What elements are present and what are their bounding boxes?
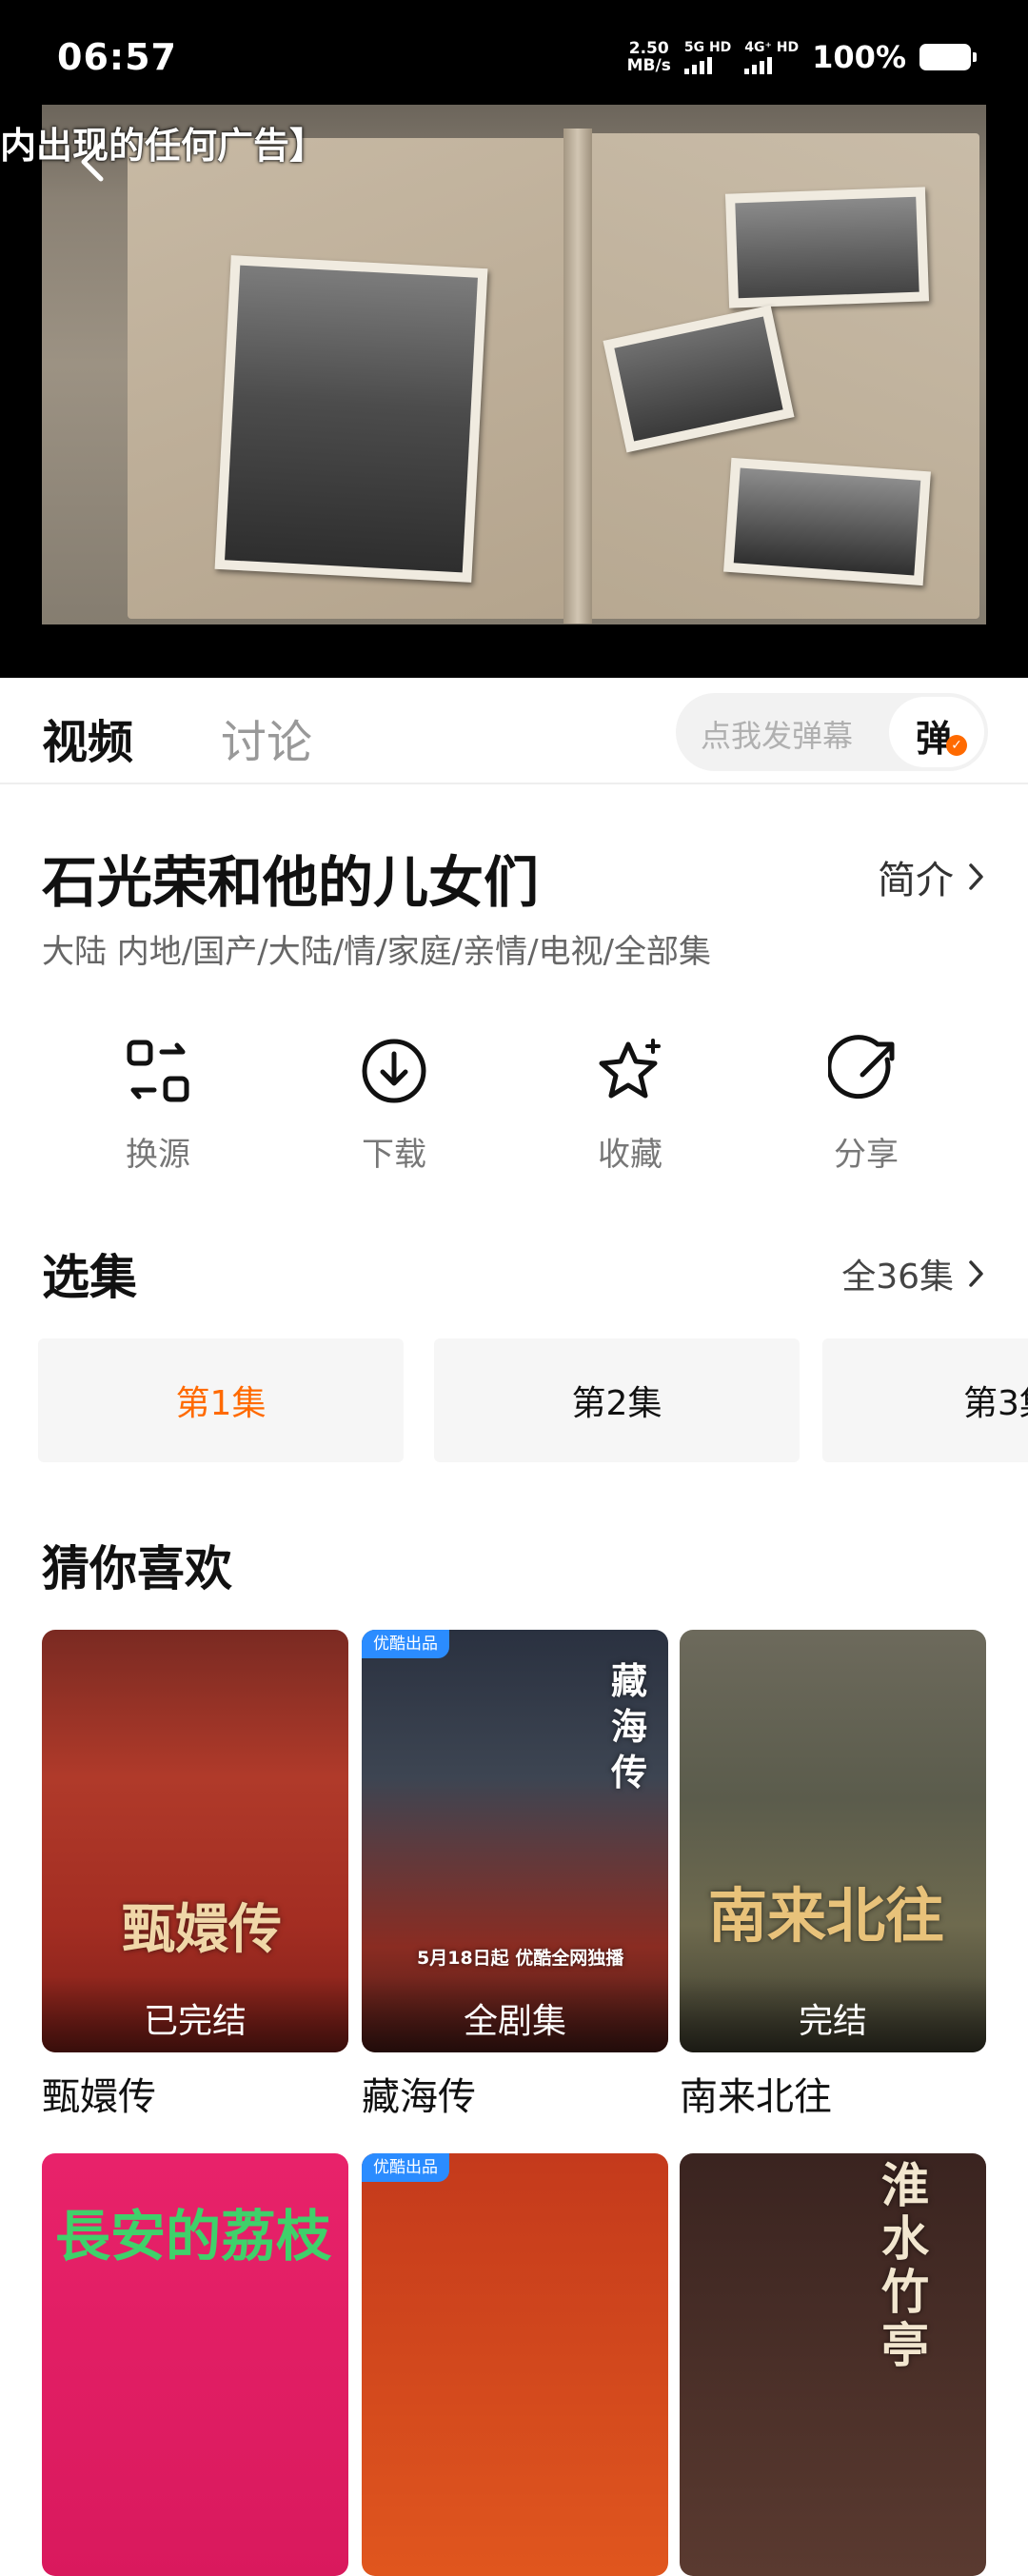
all-episodes-label: 全36集 [841,1258,954,1297]
show-title: 石光荣和他的儿女们 [42,850,540,915]
poster-art-title: 淮水竹亭 [881,2157,929,2373]
network-speed-unit: MB/s [626,56,671,75]
recommend-heading: 猜你喜欢 [42,1541,232,1596]
danmu-check-icon: ✓ [946,735,967,756]
switch-source-label: 换源 [126,1136,190,1174]
show-tags: 大陆 内地/国产/大陆/情/家庭/亲情/电视/全部集 [42,933,711,971]
album-spine [563,129,592,624]
danmu-input[interactable]: 点我发弹幕 弹 ✓ [676,693,988,771]
recommend-card[interactable]: 長安的荔枝 [42,2153,348,2576]
battery-icon [919,44,977,70]
family-photo [214,255,488,583]
recommend-title: 藏海传 [362,2075,476,2119]
danmu-toggle-button[interactable]: 弹 ✓ [889,697,984,767]
poster-status: 全剧集 [362,1976,668,2052]
episode-item[interactable]: 第1集 [38,1338,404,1462]
poster-image: 淮水竹亭 [680,2153,986,2576]
tab-bar: 视频 讨论 点我发弹幕 弹 ✓ [0,678,1028,784]
tab-discussion[interactable]: 讨论 [221,704,312,771]
action-row: 换源 下载 收藏 分享 [0,1033,1028,1176]
photo-small [724,187,930,308]
poster-subtitle: 5月18日起 优酷全网独播 [417,1948,624,1969]
recommend-card[interactable]: 淮水竹亭 [680,2153,986,2576]
youku-original-badge: 优酷出品 [362,2153,449,2182]
poster-image: 南来北往 完结 [680,1630,986,2052]
download-button[interactable]: 下载 [318,1033,470,1175]
recommend-card[interactable]: 优酷出品 藏海传 5月18日起 优酷全网独播 全剧集 藏海传 [362,1630,668,2121]
sim2-signal-icon: 4G⁺ HD [744,39,800,74]
intro-link[interactable]: 简介 [878,849,986,904]
battery-percent: 100% [812,39,906,75]
status-indicators: 2.50 MB/s 5G HD 4G⁺ HD 100% [627,38,977,76]
poster-image: 甄嬛传 已完结 [42,1630,348,2052]
poster-image: 長安的荔枝 [42,2153,348,2576]
recommend-card[interactable]: 甄嬛传 已完结 甄嬛传 [42,1630,348,2121]
share-button[interactable]: 分享 [790,1033,942,1175]
photo-small [723,457,931,586]
episode-item[interactable]: 第2集 [434,1338,800,1462]
video-frame [42,105,986,624]
video-player[interactable]: 内出现的任何广告】 [0,105,1028,678]
poster-art-title: 藏海传 [611,1659,648,1793]
poster-art-title: 長安的荔枝 [55,2204,332,2269]
danmu-placeholder: 点我发弹幕 [701,718,854,754]
share-icon [828,1035,895,1100]
favorite-label: 收藏 [598,1136,662,1174]
poster-art-title: 南来北往 [708,1881,945,1951]
favorite-button[interactable]: 收藏 [554,1033,706,1175]
status-time: 06:57 [57,36,177,78]
chevron-right-icon [969,863,983,890]
danmu-button-label: 弹 [916,718,953,760]
status-bar: 06:57 2.50 MB/s 5G HD 4G⁺ HD 100% [0,0,1028,105]
episode-item[interactable]: 第3集 [822,1338,1028,1462]
sim1-signal-icon: 5G HD [683,39,732,74]
download-label: 下载 [362,1136,426,1174]
download-icon [362,1039,426,1103]
network-speed: 2.50 MB/s [627,40,671,74]
intro-label: 简介 [878,859,954,902]
tab-video[interactable]: 视频 [42,704,133,771]
network-speed-value: 2.50 [628,39,669,58]
back-arrow-icon [81,142,104,182]
star-icon [599,1039,661,1099]
poster-image: 优酷出品 藏海传 5月18日起 优酷全网独播 全剧集 [362,1630,668,2052]
poster-status: 完结 [680,1976,986,2052]
switch-source-icon [127,1040,189,1102]
sim2-label: 4G⁺ HD [744,39,800,55]
recommend-title: 南来北往 [680,2075,832,2119]
all-episodes-link[interactable]: 全36集 [841,1249,986,1298]
poster-status: 已完结 [42,1976,348,2052]
recommend-card[interactable]: 优酷出品 [362,2153,668,2576]
share-label: 分享 [834,1136,899,1174]
switch-source-button[interactable]: 换源 [82,1033,234,1175]
back-button[interactable] [67,135,120,188]
youku-original-badge: 优酷出品 [362,1630,449,1658]
marquee-text: 内出现的任何广告】 [0,125,326,167]
chevron-right-icon [969,1260,983,1287]
poster-art-title: 甄嬛传 [122,1898,282,1961]
recommend-title: 甄嬛传 [42,2075,156,2119]
recommend-card[interactable]: 南来北往 完结 南来北往 [680,1630,986,2121]
episode-list[interactable]: 第1集 第2集 第3集 [0,1338,1028,1462]
poster-image: 优酷出品 [362,2153,668,2576]
episodes-heading: 选集 [42,1250,137,1305]
sim1-label: 5G HD [683,39,732,55]
